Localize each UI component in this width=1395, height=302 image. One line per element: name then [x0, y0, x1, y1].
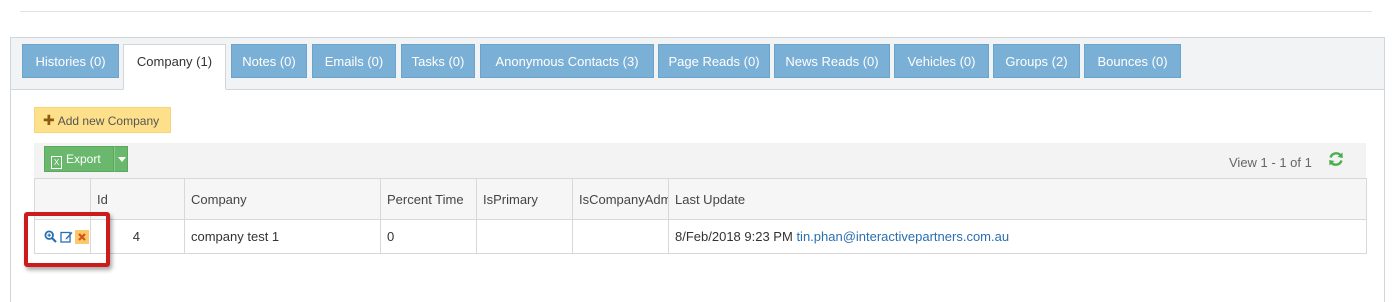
tab-notes[interactable]: Notes (0) — [231, 44, 307, 78]
tab-emails[interactable]: Emails (0) — [312, 44, 396, 78]
tab-bounces[interactable]: Bounces (0) — [1084, 44, 1181, 78]
excel-icon: X — [51, 156, 62, 169]
refresh-icon[interactable] — [1327, 150, 1345, 168]
grid-toolbar: X Export View 1 - 1 of 1 — [34, 143, 1366, 179]
header-last-update[interactable]: Last Update — [668, 178, 1367, 220]
tab-company[interactable]: Company (1) — [123, 44, 226, 90]
tab-bar: Histories (0) Company (1) Notes (0) Emai… — [11, 38, 1384, 90]
export-label: Export — [66, 152, 101, 166]
cell-is-company-admin — [572, 219, 669, 254]
tab-anonymous-contacts[interactable]: Anonymous Contacts (3) — [480, 44, 654, 78]
tab-vehicles[interactable]: Vehicles (0) — [894, 44, 989, 78]
cell-last-update: 8/Feb/2018 9:23 PM tin.phan@interactivep… — [668, 219, 1367, 254]
header-is-company-admin[interactable]: IsCompanyAdmin — [572, 178, 669, 220]
tab-tasks[interactable]: Tasks (0) — [401, 44, 475, 78]
company-table: Id Company Percent Time IsPrimary IsComp… — [34, 178, 1367, 254]
add-new-company-label: Add new Company — [57, 114, 160, 128]
cell-company: company test 1 — [184, 219, 381, 254]
cell-is-primary — [476, 219, 573, 254]
annotation-highlight-box — [24, 212, 110, 267]
tab-groups[interactable]: Groups (2) — [993, 44, 1080, 78]
updated-by-link[interactable]: tin.phan@interactivepartners.com.au — [796, 229, 1009, 244]
add-new-company-button[interactable]: ✚ Add new Company — [34, 107, 171, 133]
header-company[interactable]: Company — [184, 178, 381, 220]
tab-news-reads[interactable]: News Reads (0) — [774, 44, 890, 78]
export-button[interactable]: X Export — [44, 146, 114, 172]
plus-icon: ✚ — [43, 112, 55, 128]
tab-histories[interactable]: Histories (0) — [22, 44, 119, 78]
export-dropdown-toggle[interactable] — [114, 146, 128, 172]
pager-info: View 1 - 1 of 1 — [1229, 155, 1312, 170]
header-percent-time[interactable]: Percent Time — [380, 178, 477, 220]
tab-page-reads[interactable]: Page Reads (0) — [658, 44, 770, 78]
header-is-primary[interactable]: IsPrimary — [476, 178, 573, 220]
tabs-panel: Histories (0) Company (1) Notes (0) Emai… — [10, 37, 1385, 302]
table-header-row: Id Company Percent Time IsPrimary IsComp… — [34, 178, 1367, 220]
table-row[interactable]: 4 company test 1 0 8/Feb/2018 9:23 PM ti… — [34, 219, 1367, 254]
last-update-date: 8/Feb/2018 9:23 PM — [675, 229, 793, 244]
cell-percent-time: 0 — [380, 219, 477, 254]
top-divider — [20, 11, 1372, 12]
